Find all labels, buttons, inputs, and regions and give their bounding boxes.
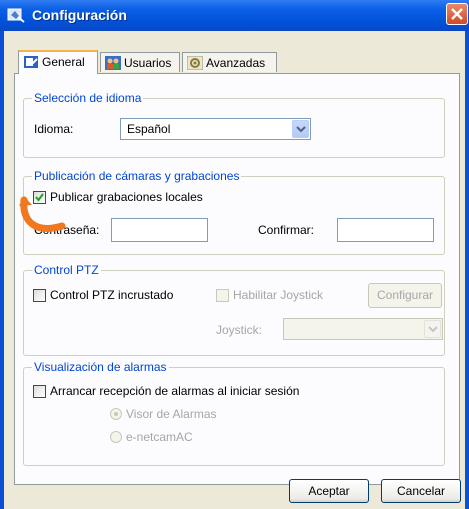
confirm-label: Confirmar:: [258, 223, 315, 237]
cancel-button[interactable]: Cancelar: [381, 479, 461, 503]
language-dropdown-button[interactable]: [292, 120, 309, 138]
radio-alarm-viewer[interactable]: [110, 408, 122, 420]
enetcamac-label: e-netcamAC: [126, 430, 193, 444]
ptz-group: Control PTZ Control PTZ incrustado Habil…: [23, 263, 445, 356]
confirm-field[interactable]: [337, 218, 434, 242]
alarm-viewer-label: Visor de Alarmas: [126, 407, 217, 421]
password-field[interactable]: [111, 218, 208, 242]
language-value: Español: [127, 122, 171, 136]
annotation-arrow-icon: [19, 196, 66, 232]
tab-avanzadas-label: Avanzadas: [206, 56, 266, 70]
config-window: Configuración General Usuarios Avanzadas…: [0, 0, 469, 509]
joystick-dropdown-button[interactable]: [424, 320, 441, 338]
tab-usuarios[interactable]: Usuarios: [100, 52, 180, 72]
ptz-embedded-label: Control PTZ incrustado: [50, 288, 174, 302]
configure-button[interactable]: Configurar: [368, 283, 442, 308]
ptz-embedded-checkbox[interactable]: [33, 289, 46, 302]
tab-panel-general: Selección de idioma Idioma: Español Publ…: [14, 73, 460, 485]
chevron-down-icon: [428, 326, 438, 333]
users-icon: [105, 56, 121, 70]
radio-enetcamac[interactable]: [110, 431, 122, 443]
ptz-group-title: Control PTZ: [32, 263, 101, 277]
tab-avanzadas[interactable]: Avanzadas: [182, 52, 277, 72]
chevron-down-icon: [296, 126, 306, 133]
app-icon: [7, 8, 25, 23]
joystick-select[interactable]: [283, 318, 443, 340]
language-group: Selección de idioma Idioma: Español: [23, 91, 445, 158]
tab-general-label: General: [42, 55, 85, 69]
joystick-label: Joystick:: [216, 323, 263, 337]
tab-general[interactable]: General: [18, 50, 98, 74]
language-group-title: Selección de idioma: [32, 91, 144, 105]
publish-group-title: Publicación de cámaras y grabaciones: [32, 169, 242, 183]
language-label: Idioma:: [34, 122, 74, 136]
publish-group: Publicación de cámaras y grabaciones Pub…: [23, 169, 445, 255]
enable-joystick-checkbox[interactable]: [216, 289, 229, 302]
accept-button[interactable]: Aceptar: [289, 479, 369, 503]
window-title: Configuración: [32, 7, 127, 23]
language-select[interactable]: Español: [120, 118, 311, 140]
close-button[interactable]: [446, 3, 468, 25]
publish-recordings-label: Publicar grabaciones locales: [50, 190, 203, 204]
alarms-group-title: Visualización de alarmas: [32, 360, 169, 374]
start-alarms-label: Arrancar recepción de alarmas al iniciar…: [50, 384, 300, 398]
title-bar[interactable]: Configuración: [0, 0, 469, 31]
tab-usuarios-label: Usuarios: [124, 56, 172, 70]
alarms-group: Visualización de alarmas Arrancar recepc…: [23, 360, 445, 466]
general-settings-icon: [24, 56, 38, 68]
start-alarms-checkbox[interactable]: [33, 385, 46, 398]
close-icon: [451, 8, 463, 20]
dialog-client-area: General Usuarios Avanzadas Selección de …: [4, 31, 465, 509]
advanced-settings-icon: [187, 56, 203, 70]
enable-joystick-label: Habilitar Joystick: [233, 288, 324, 302]
